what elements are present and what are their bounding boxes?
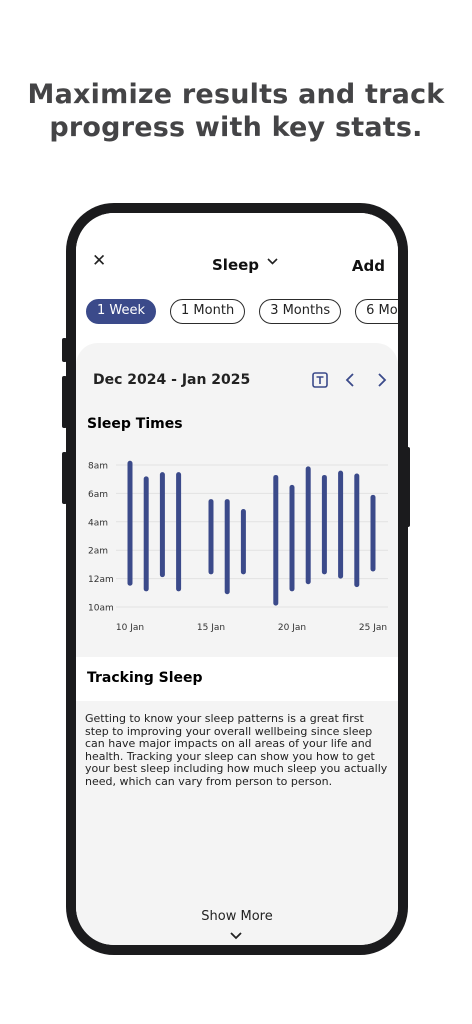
- sleep-bar: [176, 472, 182, 592]
- metric-selector[interactable]: Sleep: [212, 256, 278, 274]
- y-tick-label: 8am: [88, 462, 108, 472]
- y-tick-label: 12am: [88, 575, 114, 585]
- chevron-left-icon[interactable]: [344, 372, 356, 388]
- sleep-bar: [370, 494, 376, 572]
- close-icon[interactable]: ✕: [92, 252, 106, 270]
- x-tick-label: 15 Jan: [197, 623, 225, 633]
- sleep-bar: [224, 499, 230, 595]
- tracking-sleep-title: Tracking Sleep: [87, 670, 203, 686]
- sleep-bar: [338, 470, 344, 579]
- add-button[interactable]: Add: [352, 257, 385, 275]
- y-tick-label: 6am: [88, 490, 108, 500]
- range-tab-3-months[interactable]: 3 Months: [259, 299, 342, 324]
- top-bar: ✕ Sleep Add 1 Week 1 Month 3 Months 6 Mo…: [76, 213, 398, 343]
- y-tick-label: 10am: [88, 604, 114, 614]
- sleep-bar: [289, 484, 295, 592]
- x-tick-label: 20 Jan: [278, 623, 306, 633]
- date-range-label: Dec 2024 - Jan 2025: [93, 372, 251, 388]
- range-tab-6-months[interactable]: 6 Months: [355, 299, 398, 324]
- sleep-times-chart: 8am 6am 4am 2am 12am 10am10 Jan 15 Jan 20 Jan 25…: [88, 460, 388, 633]
- screen-title: Sleep: [212, 256, 260, 274]
- table-view-icon[interactable]: [312, 372, 328, 388]
- range-tab-1-month[interactable]: 1 Month: [170, 299, 246, 324]
- stats-panel: Dec 2024 - Jan 2025 Sleep Times 8am 6am 4a…: [76, 343, 398, 945]
- sleep-bar: [143, 476, 149, 592]
- y-tick-label: 2am: [88, 547, 108, 557]
- sleep-bar: [208, 499, 214, 575]
- sleep-bar: [159, 472, 165, 578]
- phone-side-button-left-1: [62, 338, 67, 362]
- chevron-right-icon[interactable]: [376, 372, 388, 388]
- sleep-bar: [321, 474, 327, 575]
- chevron-down-icon[interactable]: [230, 932, 242, 940]
- show-more-button[interactable]: Show More: [76, 909, 398, 924]
- x-tick-label: 10 Jan: [116, 623, 144, 633]
- phone-side-button-left-3: [62, 452, 67, 504]
- sleep-bar: [305, 466, 311, 585]
- tracking-header: Tracking Sleep: [76, 657, 398, 701]
- phone-side-button-left-2: [62, 376, 67, 428]
- range-tab-1-week[interactable]: 1 Week: [86, 299, 157, 324]
- phone-side-button-right: [405, 447, 410, 527]
- headline-line-1: Maximize results and track: [27, 79, 445, 110]
- marketing-headline: Maximize results and track progress with…: [0, 78, 472, 144]
- y-tick-label: 4am: [88, 518, 108, 528]
- phone-screen: ✕ Sleep Add 1 Week 1 Month 3 Months 6 Mo…: [76, 213, 398, 945]
- sleep-times-title: Sleep Times: [87, 416, 183, 432]
- chevron-down-icon: [267, 257, 278, 265]
- sleep-bar: [354, 473, 360, 588]
- sleep-bar: [127, 460, 133, 586]
- sleep-bar: [273, 474, 279, 606]
- range-tabs: 1 Week 1 Month 3 Months 6 Months: [86, 299, 398, 324]
- tracking-description: Getting to know your sleep patterns is a…: [85, 712, 388, 788]
- x-tick-label: 25 Jan: [359, 623, 387, 633]
- headline-line-2: progress with key stats.: [49, 112, 423, 143]
- sleep-bar: [240, 509, 246, 575]
